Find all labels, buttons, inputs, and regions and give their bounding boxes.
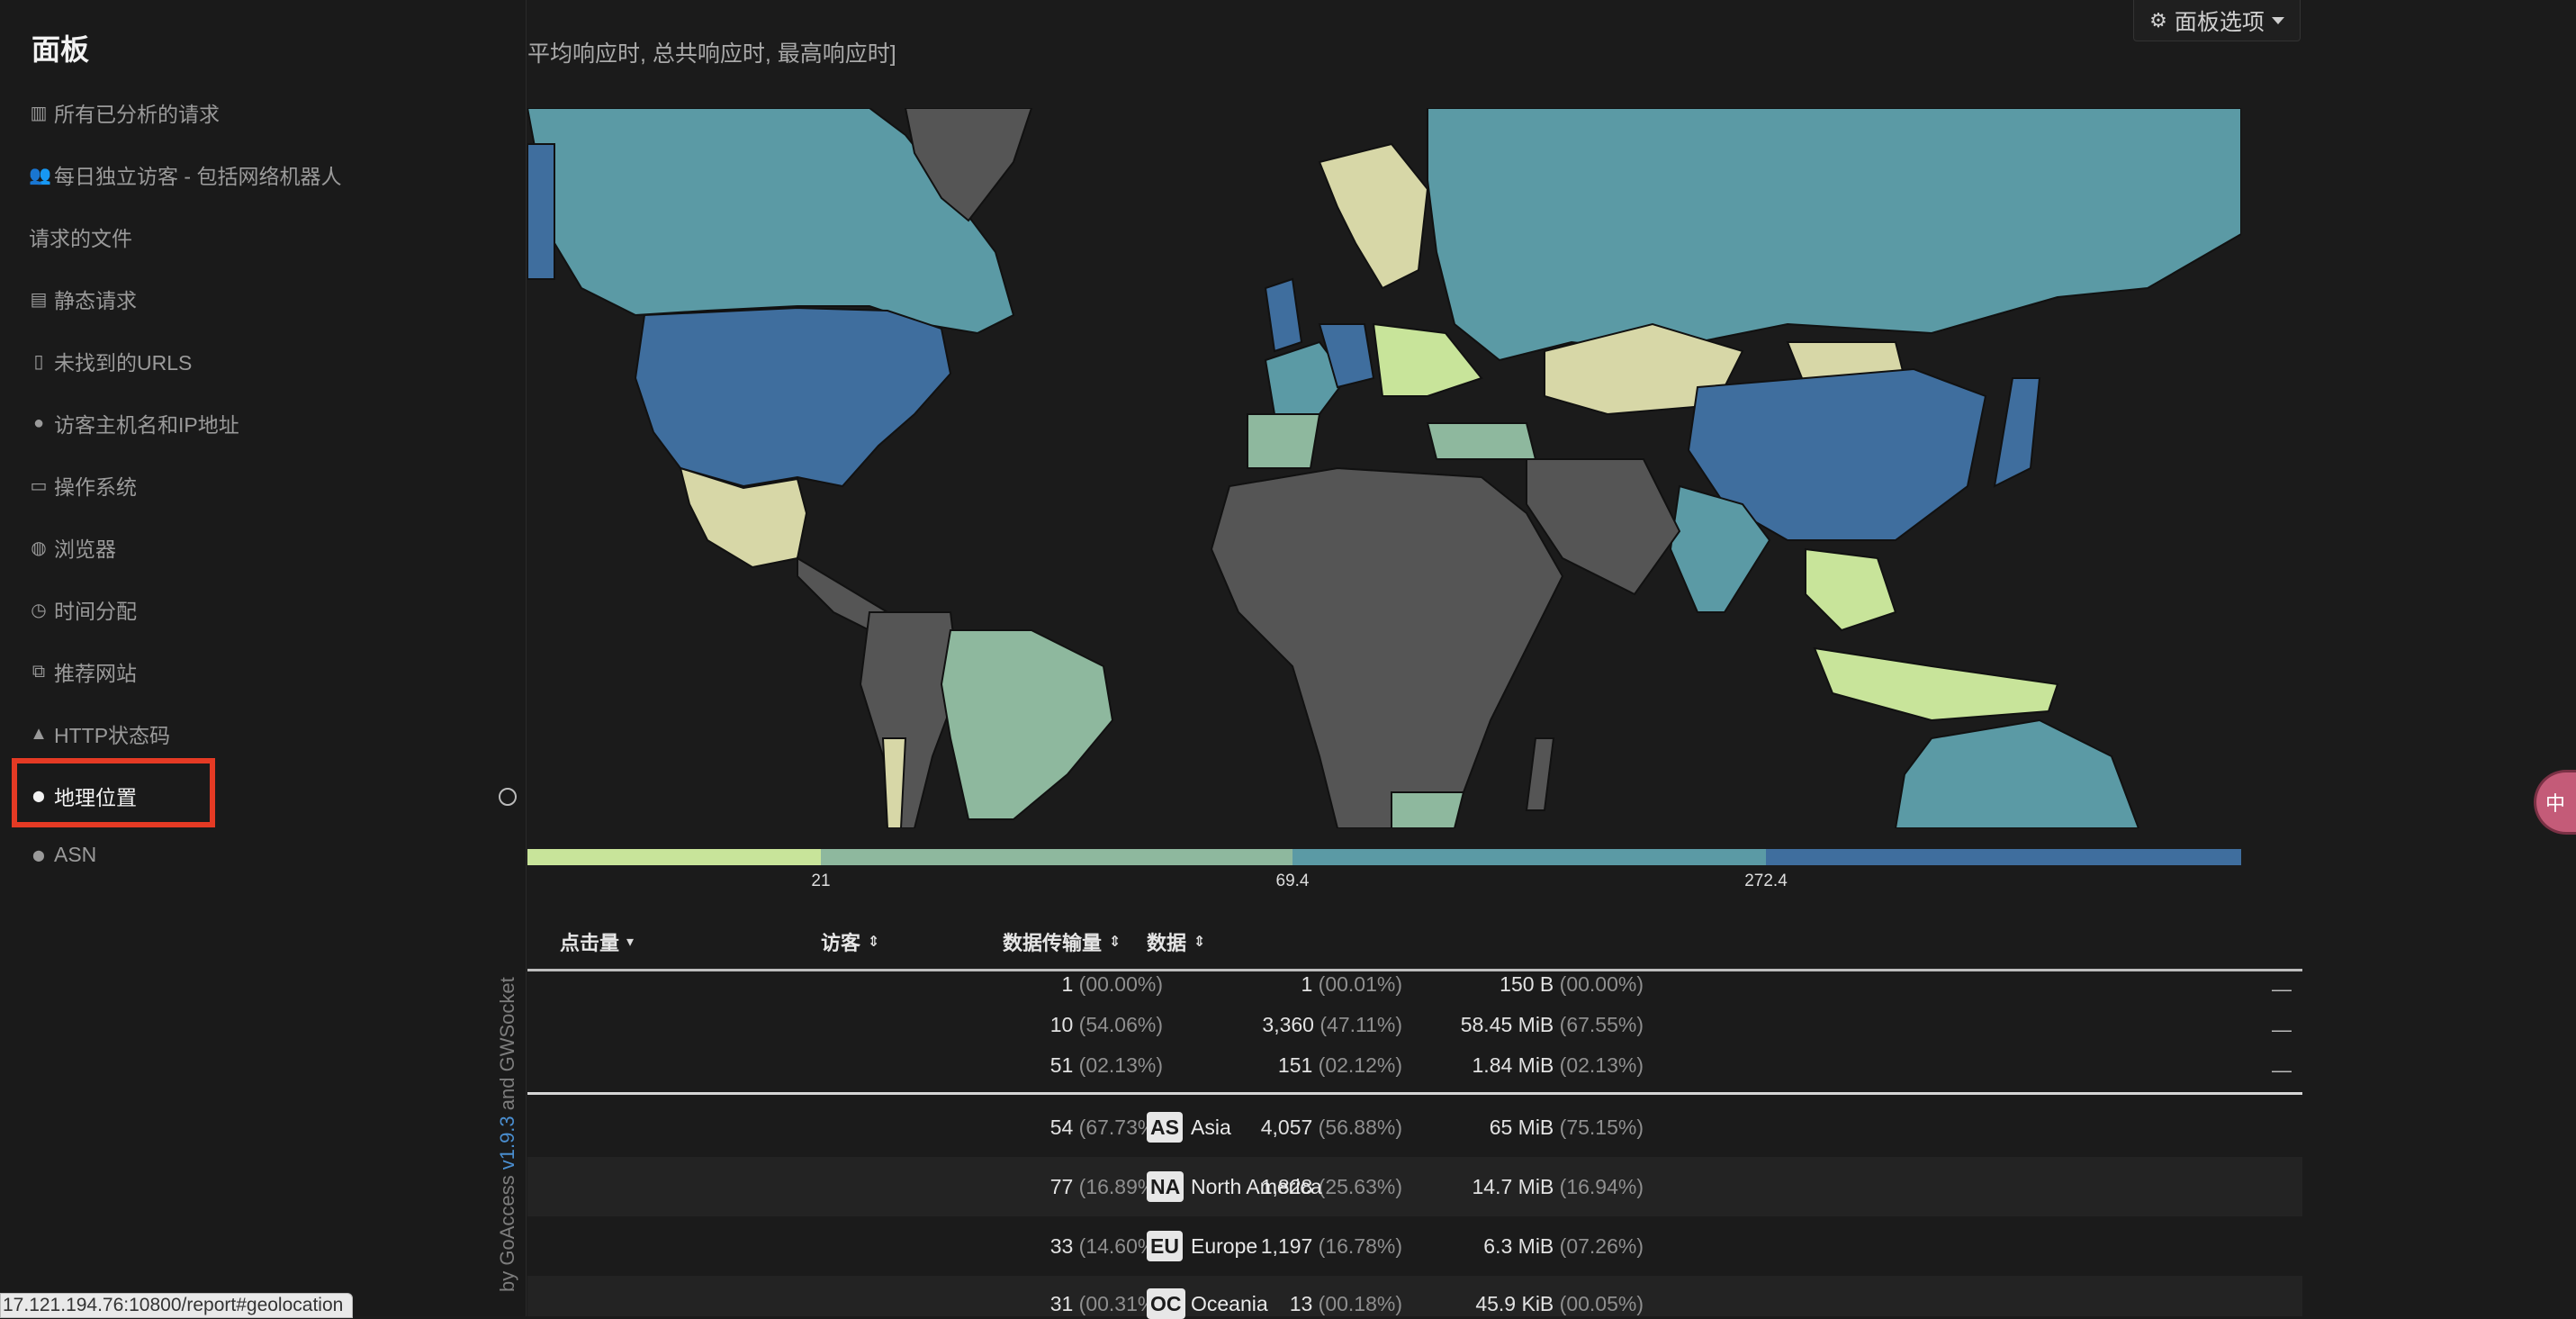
users-icon: 👥 bbox=[29, 165, 51, 185]
legend-segment-3 bbox=[1293, 849, 1766, 865]
chrome-icon: ◍ bbox=[31, 538, 47, 558]
caret-down-icon bbox=[2271, 16, 2284, 24]
col-visitors-header[interactable]: 访客 ⇕ bbox=[821, 927, 879, 956]
table-row[interactable]: 77 (16.89%) 1,828 (25.63%) 14.7 MiB (16.… bbox=[527, 1157, 2302, 1216]
sidebar-item-static-requests[interactable]: ▤ 静态请求 bbox=[29, 284, 137, 314]
col-hits-header[interactable]: 点击量 ▾ bbox=[560, 927, 634, 956]
external-link-icon: ⧉ bbox=[32, 661, 46, 682]
summary-row-avg: 51 (02.13%) 151 (02.12%) 1.84 MiB (02.13… bbox=[1049, 1053, 2292, 1081]
sidebar-item-status-codes[interactable]: ▲ HTTP状态码 bbox=[29, 718, 170, 749]
sidebar-item-os[interactable]: ▭ 操作系统 bbox=[29, 470, 137, 501]
panel-options-button[interactable]: ⚙ 面板选项 bbox=[2133, 0, 2301, 41]
summary-row-max: 10 (54.06%) 3,360 (47.11%) 58.45 MiB (67… bbox=[1049, 1013, 2292, 1041]
dash: — bbox=[2272, 978, 2292, 1000]
desktop-icon: ▭ bbox=[30, 475, 48, 496]
map-region-chile[interactable] bbox=[881, 737, 907, 828]
sidebar-item-requested-files[interactable]: 请求的文件 bbox=[29, 221, 132, 252]
panel-options-label: 面板选项 bbox=[2174, 9, 2265, 35]
sidebar-toggle-circle[interactable] bbox=[499, 788, 517, 806]
map-region-southeast-asia[interactable] bbox=[1805, 547, 1897, 632]
sidebar-item-referrers[interactable]: ⧉ 推荐网站 bbox=[29, 656, 137, 687]
highlight-box bbox=[12, 758, 215, 827]
sidebar-title: 面板 bbox=[32, 33, 90, 66]
panel-subtitle: 平均响应时, 总共响应时, 最高响应时] bbox=[527, 41, 896, 67]
sort-icon: ⇕ bbox=[868, 935, 880, 950]
warning-icon: ▲ bbox=[30, 723, 48, 744]
map-region-madagascar[interactable] bbox=[1525, 737, 1555, 811]
col-data-header[interactable]: 数据 ⇕ bbox=[1147, 927, 1205, 956]
summary-divider bbox=[527, 1092, 2302, 1095]
map-region-indonesia[interactable] bbox=[1813, 646, 2059, 722]
sidebar-item-not-found[interactable]: ▯ 未找到的URLS bbox=[29, 346, 192, 376]
sidebar-item-requests[interactable]: ▥ 所有已分析的请求 bbox=[29, 97, 220, 128]
map-region-south-africa[interactable] bbox=[1391, 791, 1465, 828]
dash: — bbox=[2272, 1018, 2292, 1041]
map-region-scandinavia[interactable] bbox=[1318, 142, 1429, 290]
map-region-eastern-europe[interactable] bbox=[1372, 322, 1483, 397]
table-header: 点击量 ▾ 访客 ⇕ 数据传输量 ⇕ 数据 ⇕ bbox=[527, 911, 2302, 971]
map-region-alaska[interactable] bbox=[527, 143, 555, 280]
map-legend: 21 69.4 272.4 bbox=[527, 849, 2241, 890]
legend-segment-1 bbox=[527, 849, 821, 865]
version-link[interactable]: v1.9.3 bbox=[496, 1116, 518, 1170]
sidebar-item-hosts[interactable]: ● 访客主机名和IP地址 bbox=[29, 408, 239, 438]
legend-threshold-3: 272.4 bbox=[1744, 872, 1788, 890]
sidebar-item-asn[interactable]: ⬤ ASN bbox=[29, 843, 96, 867]
file-icon: ▯ bbox=[33, 351, 44, 372]
clock-icon: ◷ bbox=[31, 600, 47, 620]
table-row[interactable]: 54 (67.73%) 4,057 (56.88%) 65 MiB (75.15… bbox=[527, 1098, 2302, 1157]
world-map[interactable] bbox=[527, 108, 2241, 828]
dash: — bbox=[2272, 1059, 2292, 1081]
sort-desc-icon: ▾ bbox=[626, 935, 635, 950]
file-text-icon: ▤ bbox=[30, 289, 48, 310]
table-row[interactable]: 31 (00.31%) 13 (00.18%) 45.9 KiB (00.05%… bbox=[527, 1276, 2302, 1319]
status-bar-url: 17.121.194.76:10800/report#geolocation bbox=[0, 1293, 354, 1318]
legend-segment-2 bbox=[821, 849, 1293, 865]
summary-row-min: 1 (00.00%) 1 (00.01%) 150 B (00.00%) — bbox=[1061, 972, 2292, 1000]
map-region-japan[interactable] bbox=[1993, 377, 2041, 488]
map-region-turkey[interactable] bbox=[1426, 422, 1537, 460]
bar-chart-icon: ▥ bbox=[30, 103, 48, 123]
continent-code-badge: AS bbox=[1147, 1112, 1183, 1143]
continent-code-badge: NA bbox=[1147, 1171, 1184, 1202]
continent-name: Asia bbox=[1191, 1116, 1231, 1139]
map-region-south-america-west[interactable] bbox=[859, 611, 961, 828]
continent-name: North America bbox=[1191, 1175, 1322, 1198]
sidebar-panel: 面板 ▥ 所有已分析的请求 👥 每日独立访客 - 包括网络机器人 请求的文件 ▤… bbox=[0, 0, 527, 1316]
sidebar-item-visitors[interactable]: 👥 每日独立访客 - 包括网络机器人 bbox=[29, 159, 341, 190]
continent-name: Europe bbox=[1191, 1234, 1258, 1258]
sidebar-item-browsers[interactable]: ◍ 浏览器 bbox=[29, 532, 116, 563]
user-icon: ● bbox=[32, 412, 45, 433]
map-region-australia[interactable] bbox=[1894, 718, 2140, 828]
col-bandwidth-header[interactable]: 数据传输量 ⇕ bbox=[1003, 927, 1121, 956]
floating-ime-badge[interactable]: 中 bbox=[2536, 772, 2576, 832]
map-region-africa[interactable] bbox=[1210, 466, 1564, 828]
map-region-uk[interactable] bbox=[1264, 277, 1303, 353]
gear-icon: ⚙ bbox=[2149, 8, 2167, 32]
map-region-russia[interactable] bbox=[1427, 108, 2241, 362]
map-region-iberia[interactable] bbox=[1247, 413, 1321, 469]
legend-threshold-2: 69.4 bbox=[1276, 872, 1310, 890]
continent-code-badge: EU bbox=[1147, 1231, 1183, 1261]
map-region-brazil[interactable] bbox=[940, 629, 1114, 820]
continent-code-badge: OC bbox=[1147, 1288, 1185, 1319]
table-row[interactable]: 33 (14.60%) 1,197 (16.78%) 6.3 MiB (07.2… bbox=[527, 1216, 2302, 1276]
continent-name: Oceania bbox=[1191, 1292, 1268, 1315]
legend-threshold-1: 21 bbox=[811, 872, 830, 890]
map-region-usa[interactable] bbox=[634, 306, 952, 488]
map-marker-icon: ⬤ bbox=[32, 848, 45, 862]
sidebar-item-time-distribution[interactable]: ◷ 时间分配 bbox=[29, 594, 137, 625]
sort-icon: ⇕ bbox=[1193, 935, 1206, 950]
sort-icon: ⇕ bbox=[1109, 935, 1121, 950]
legend-segment-4 bbox=[1766, 849, 2241, 865]
